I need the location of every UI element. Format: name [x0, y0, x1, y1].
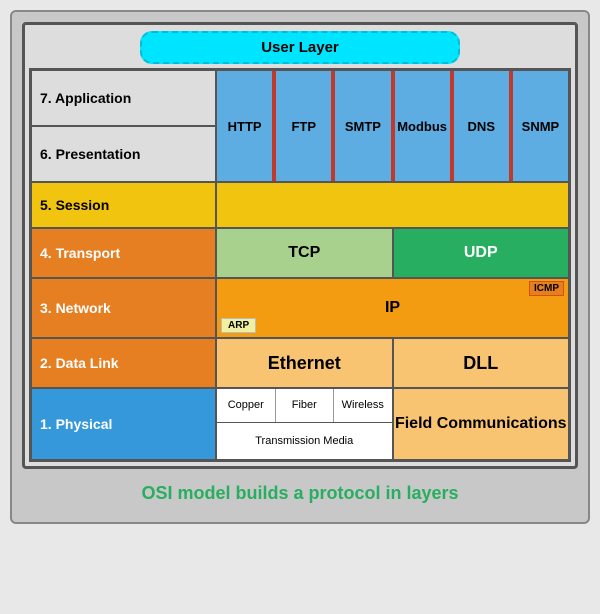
- physical-media-block: Copper Fiber Wireless Transmission Media: [217, 389, 394, 459]
- layer-6-label: 6. Presentation: [32, 127, 215, 183]
- proto-udp: UDP: [394, 229, 569, 277]
- proto-ip: IP ICMP ARP: [217, 279, 568, 337]
- layer-4-label: 4. Transport: [32, 229, 217, 277]
- layer-2-row: 2. Data Link Ethernet DLL: [32, 339, 568, 389]
- media-fiber: Fiber: [276, 389, 335, 422]
- proto-modbus: Modbus: [393, 71, 452, 181]
- grid-area: 7. Application 6. Presentation 5. Sessio…: [29, 68, 571, 462]
- media-copper: Copper: [217, 389, 276, 422]
- proto-smtp: SMTP: [333, 71, 392, 181]
- network-content: IP ICMP ARP: [217, 279, 568, 337]
- media-wireless: Wireless: [334, 389, 392, 422]
- layer-7-label: 7. Application: [32, 71, 215, 127]
- icmp-badge: ICMP: [529, 281, 564, 296]
- user-layer-row: User Layer: [25, 25, 575, 68]
- physical-content: Copper Fiber Wireless Transmission Media…: [217, 389, 568, 459]
- transport-content: TCP UDP: [217, 229, 568, 277]
- datalink-content: Ethernet DLL: [217, 339, 568, 387]
- transmission-media-label: Transmission Media: [217, 423, 392, 460]
- layer-1-row: 1. Physical Copper Fiber Wireless Transm…: [32, 389, 568, 459]
- proto-dll: DLL: [394, 339, 569, 387]
- session-content: [217, 183, 568, 227]
- layer-1-label: 1. Physical: [32, 389, 217, 459]
- proto-ftp: FTP: [274, 71, 333, 181]
- layer-3-label: 3. Network: [32, 279, 217, 337]
- layer-2-label: 2. Data Link: [32, 339, 217, 387]
- caption: OSI model builds a protocol in layers: [22, 479, 578, 512]
- layer-4-row: 4. Transport TCP UDP: [32, 229, 568, 279]
- layer-5-label: 5. Session: [32, 183, 215, 227]
- proto-dns: DNS: [452, 71, 511, 181]
- proto-tcp: TCP: [217, 229, 394, 277]
- field-communications-label: Field Communications: [394, 389, 569, 459]
- physical-media-row: Copper Fiber Wireless: [217, 389, 392, 423]
- arp-badge: ARP: [221, 318, 256, 333]
- proto-snmp: SNMP: [511, 71, 568, 181]
- layer-3-row: 3. Network IP ICMP ARP: [32, 279, 568, 339]
- outer-container: User Layer 7. Application 6. Presentatio…: [10, 10, 590, 524]
- user-layer-box: User Layer: [140, 31, 460, 64]
- proto-http: HTTP: [217, 71, 274, 181]
- osi-diagram: User Layer 7. Application 6. Presentatio…: [22, 22, 578, 469]
- proto-ethernet: Ethernet: [217, 339, 394, 387]
